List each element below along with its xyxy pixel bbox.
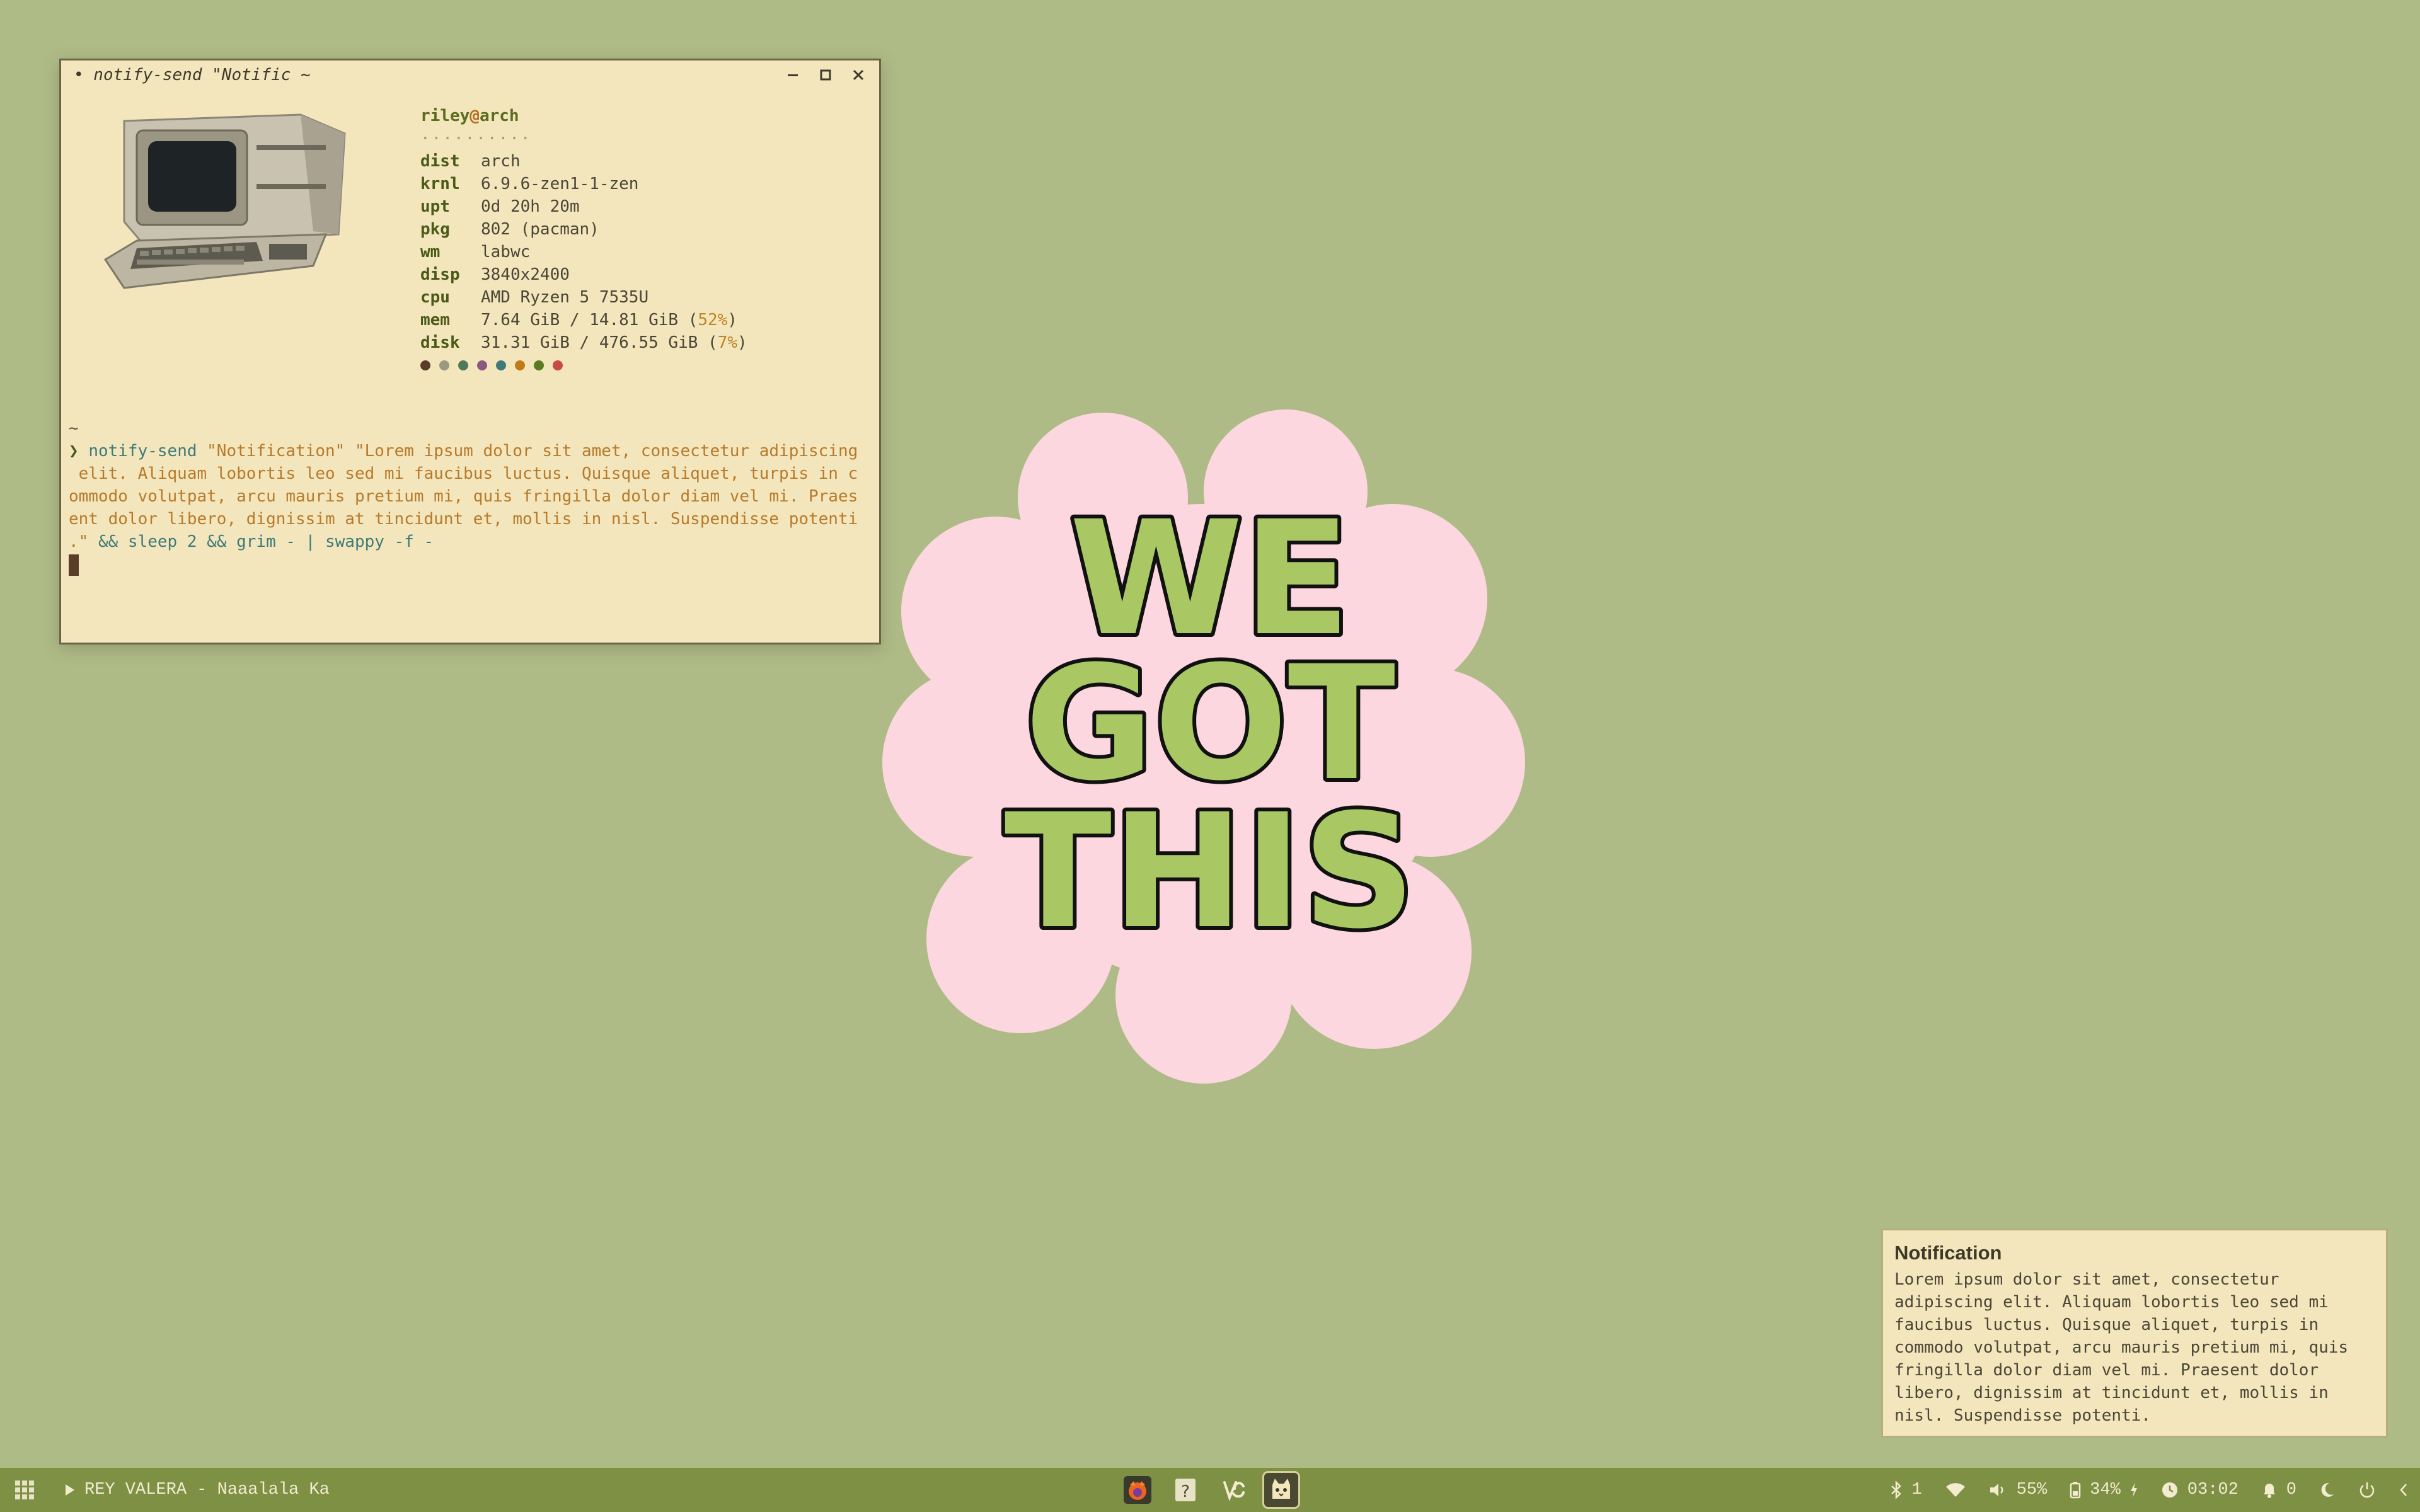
command-line-2: elit. Aliquam lobortis leo sed mi faucib…: [69, 464, 858, 483]
user-host: riley@arch: [420, 106, 519, 125]
tray-expand-button[interactable]: [2399, 1482, 2409, 1498]
notification-popup[interactable]: Notification Lorem ipsum dolor sit amet,…: [1881, 1228, 2388, 1438]
play-icon: [66, 1484, 74, 1496]
fetch-row-dist: dist arch: [420, 152, 521, 171]
minimize-button[interactable]: [785, 67, 801, 83]
maximize-icon: [820, 69, 831, 81]
palette-dot: [515, 360, 525, 370]
battery-icon: [2070, 1482, 2081, 1499]
bluetooth-indicator[interactable]: 1: [1890, 1480, 1922, 1499]
palette-dot: [420, 360, 430, 370]
we-got-this-sticker: WE GOT THIS: [882, 410, 1525, 1084]
power-icon: [2360, 1482, 2375, 1498]
terminal-window[interactable]: • notify-send "Notific ~ riley@arch ····…: [59, 59, 881, 644]
command-line-3: ommodo volutpat, arcu mauris pretium mi,…: [69, 487, 858, 506]
volume-icon: [1990, 1484, 2003, 1496]
taskbar-app-vscodium[interactable]: [1216, 1473, 1250, 1507]
palette-dot: [458, 360, 468, 370]
notification-indicator[interactable]: 0: [2261, 1480, 2296, 1499]
command-name: notify-send: [88, 442, 197, 461]
night-mode-toggle[interactable]: [2319, 1481, 2336, 1499]
taskbar-apps: ?: [1121, 1468, 1300, 1512]
command-line: ❯ notify-send "Notification" "Lorem ipsu…: [69, 442, 858, 461]
notification-title: Notification: [1894, 1242, 2002, 1264]
bluetooth-icon: [1891, 1481, 1902, 1499]
terminal-titlebar[interactable]: • notify-send "Notific ~: [61, 60, 879, 89]
fetch-row-upt: upt 0d 20h 20m: [420, 197, 580, 216]
app-launcher-icon[interactable]: [15, 1480, 34, 1499]
palette-dot: [439, 360, 449, 370]
fetch-row-pkg: pkg 802 (pacman): [420, 220, 599, 239]
fetch-row-disp: disp 3840x2400: [420, 265, 570, 284]
svg-text:?: ?: [1181, 1482, 1190, 1501]
fetch-row-cpu: cpu AMD Ryzen 5 7535U: [420, 288, 649, 307]
notification-body: Lorem ipsum dolor sit amet, consectetur …: [1894, 1270, 2349, 1425]
terminal-cat-icon: [1272, 1479, 1290, 1499]
firefox-icon: [1124, 1476, 1151, 1504]
sticker-word-this: THIS: [1005, 780, 1416, 963]
taskbar-app-help[interactable]: ?: [1168, 1473, 1202, 1507]
fetch-row-wm: wm labwc: [420, 243, 531, 261]
fetch-row-krnl: krnl 6.9.6-zen1-1-zen: [420, 175, 639, 193]
moon-icon: [2321, 1482, 2334, 1497]
chevron-left-icon: [2400, 1484, 2407, 1496]
palette-dot: [496, 360, 506, 370]
window-title: • notify-send "Notific ~: [74, 66, 311, 84]
color-palette: [420, 360, 747, 370]
taskbar-app-firefox[interactable]: [1121, 1473, 1155, 1507]
command-line-5: ." && sleep 2 && grim - | swappy -f -: [69, 532, 434, 551]
notification-count: 0: [2286, 1480, 2296, 1499]
charging-icon: [2130, 1482, 2137, 1498]
fetch-separator: ··········: [420, 129, 532, 148]
palette-dot: [477, 360, 487, 370]
media-player[interactable]: REY VALERA - Naaalala Ka: [64, 1480, 330, 1499]
wifi-icon: [1945, 1483, 1965, 1497]
terminal-prompt-area[interactable]: ~ ❯ notify-send "Notification" "Lorem ip…: [69, 417, 875, 576]
clock-icon: [2162, 1482, 2177, 1498]
minimize-icon: [788, 74, 798, 76]
command-line-4: ent dolor libero, dignissim at tincidunt…: [69, 510, 858, 529]
battery-indicator[interactable]: 34%: [2070, 1480, 2138, 1499]
close-icon: [853, 69, 864, 81]
volume-indicator[interactable]: 55%: [1989, 1480, 2048, 1499]
clock-time: 03:02: [2187, 1480, 2238, 1499]
taskbar: REY VALERA - Naaalala Ka ? 1 55% 34% 03:…: [0, 1468, 2420, 1512]
prompt-arrow: ❯: [69, 442, 79, 461]
retro-computer-image: [103, 113, 346, 289]
maximize-button[interactable]: [817, 67, 834, 83]
clock[interactable]: 03:02: [2161, 1480, 2238, 1499]
system-fetch-info: riley@arch ·········· dist arch krnl 6.9.6…: [420, 105, 747, 370]
close-button[interactable]: [850, 67, 867, 83]
wifi-indicator[interactable]: [1945, 1482, 1966, 1498]
bell-icon: [2263, 1484, 2275, 1498]
vscodium-icon: [1223, 1481, 1245, 1501]
media-title: REY VALERA - Naaalala Ka: [84, 1480, 330, 1499]
fetch-row-disk: disk 31.31 GiB / 476.55 GiB (7%): [420, 333, 747, 352]
help-icon: ?: [1175, 1479, 1196, 1501]
volume-level: 55%: [2016, 1480, 2048, 1499]
text-cursor: [69, 554, 79, 576]
power-button[interactable]: [2358, 1481, 2376, 1499]
palette-dot: [553, 360, 563, 370]
battery-level: 34%: [2090, 1480, 2121, 1499]
bluetooth-count: 1: [1911, 1480, 1922, 1499]
cwd-label: ~: [69, 419, 79, 438]
fetch-row-mem: mem 7.64 GiB / 14.81 GiB (52%): [420, 311, 737, 329]
palette-dot: [534, 360, 544, 370]
taskbar-app-terminal[interactable]: [1262, 1471, 1300, 1509]
